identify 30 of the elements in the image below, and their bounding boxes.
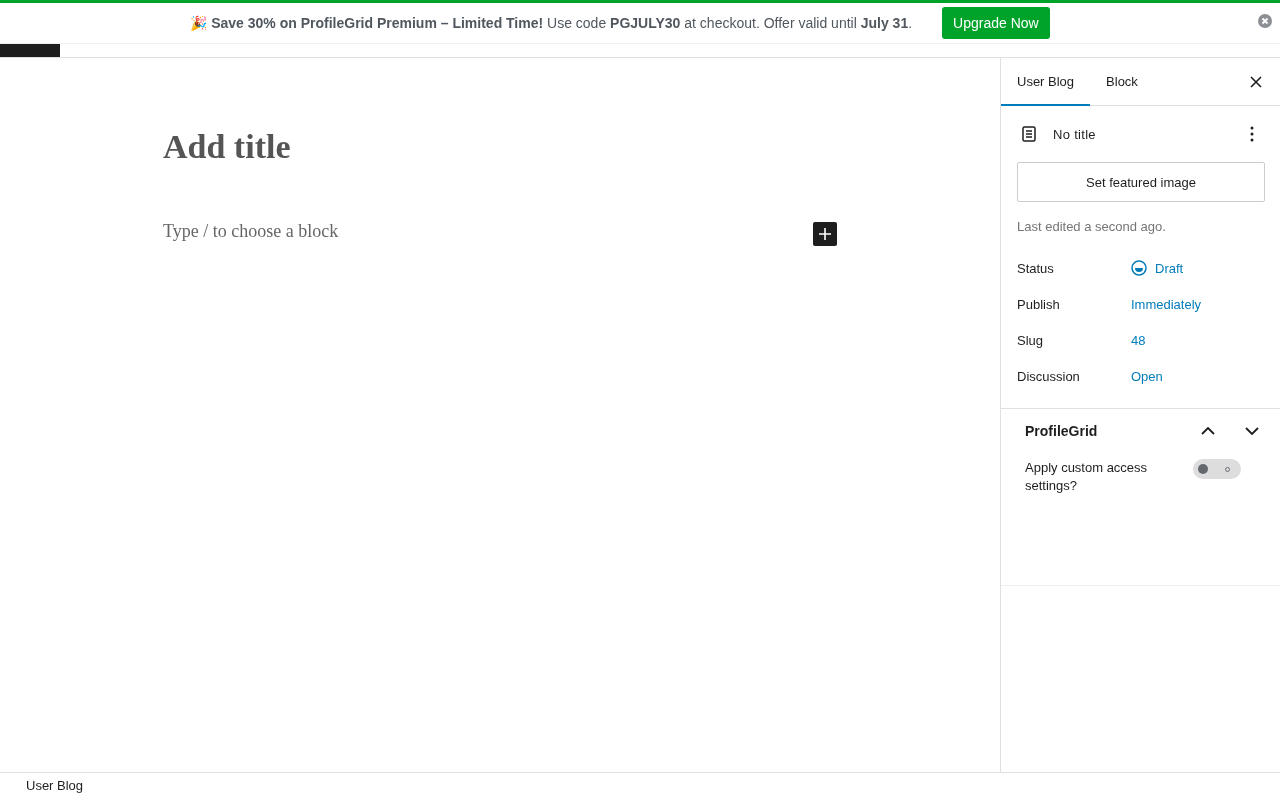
status-icon: [1131, 260, 1147, 276]
add-block-button[interactable]: [813, 222, 837, 246]
plus-icon: [818, 227, 832, 241]
post-title: No title: [1053, 126, 1096, 142]
status-link[interactable]: Draft: [1155, 260, 1184, 276]
toolbar-bar: [0, 44, 60, 57]
toggle-switch[interactable]: [1193, 459, 1241, 479]
upgrade-button[interactable]: Upgrade Now: [942, 7, 1050, 39]
promo-message: 🎉 Save 30% on ProfileGrid Premium – Limited Time! Use code PGJULY30 at checkout. Offer valid until July 31.: [190, 15, 913, 31]
title-field[interactable]: Add title: [163, 128, 1000, 166]
chevron-icon: [1245, 427, 1259, 435]
close-icon: [1250, 75, 1262, 88]
last-edited-text: Last edited a second ago.: [1017, 219, 1167, 234]
chevron-up-icon: [1201, 427, 1215, 435]
field-label: Publish: [1017, 296, 1061, 312]
option-label: Apply custom access settings?: [1025, 459, 1149, 495]
field-label: Discussion: [1017, 368, 1081, 384]
close-icon[interactable]: [1258, 14, 1272, 28]
field-label: Slug: [1017, 332, 1045, 348]
field-link[interactable]: 48: [1131, 332, 1146, 348]
breadcrumb[interactable]: User Blog: [26, 778, 84, 793]
more-icon: [1250, 126, 1254, 142]
field-link[interactable]: Open: [1131, 368, 1163, 384]
featured-image-button[interactable]: Set featured image: [1017, 162, 1265, 202]
field-label: Status: [1017, 260, 1055, 276]
panel-title: ProfileGrid: [1025, 423, 1099, 439]
field-link[interactable]: Immediately: [1131, 296, 1202, 312]
block-placeholder[interactable]: Type / to choose a block: [163, 220, 339, 242]
sidebar-tab[interactable]: Block: [1090, 58, 1154, 106]
sidebar-tab[interactable]: User Blog: [1001, 58, 1091, 106]
